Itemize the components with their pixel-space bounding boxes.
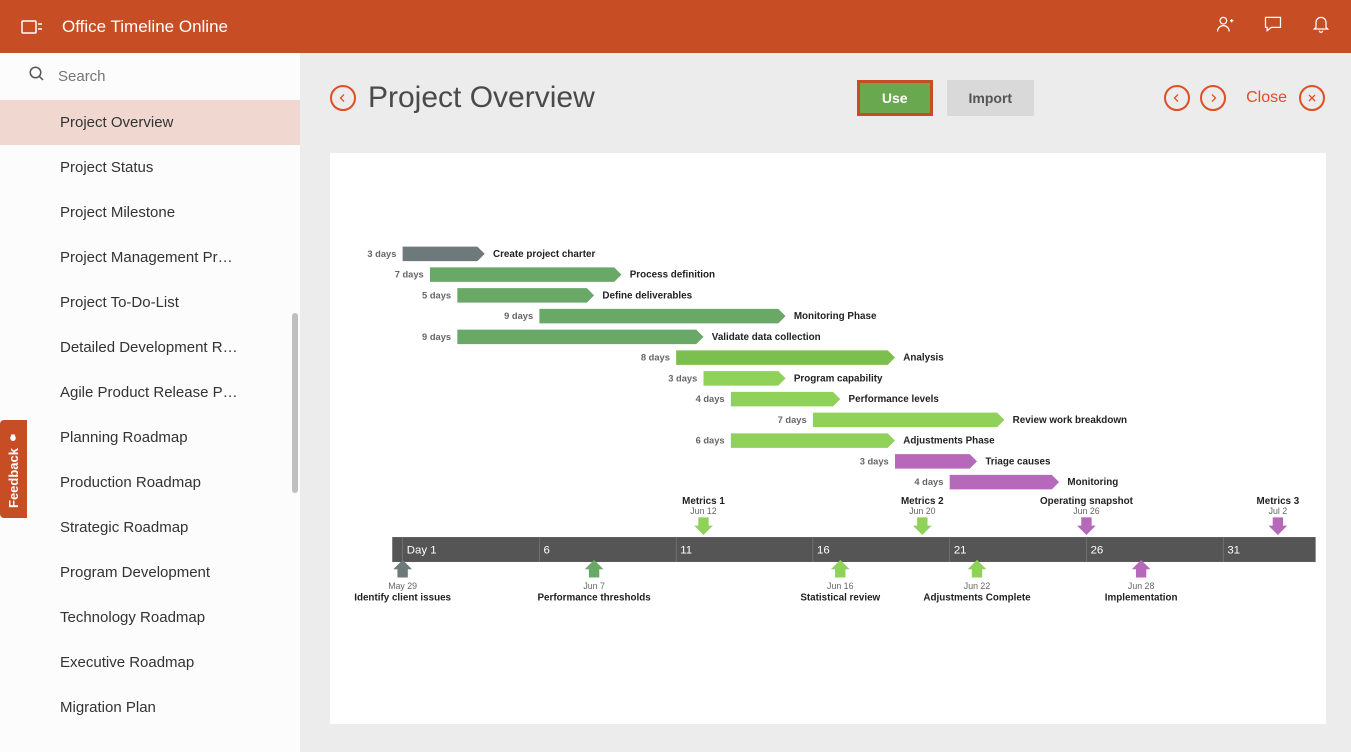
sidebar-item-9[interactable]: Strategic Roadmap — [0, 505, 300, 550]
sidebar-item-12[interactable]: Executive Roadmap — [0, 640, 300, 685]
sidebar-item-2[interactable]: Project Milestone — [0, 190, 300, 235]
sidebar-item-1[interactable]: Project Status — [0, 145, 300, 190]
next-button[interactable] — [1200, 85, 1226, 111]
app-logo-icon — [20, 15, 44, 39]
svg-text:Jun 16: Jun 16 — [827, 581, 854, 591]
svg-text:8 days: 8 days — [641, 353, 670, 363]
import-button[interactable]: Import — [947, 80, 1035, 116]
svg-text:Review work breakdown: Review work breakdown — [1013, 415, 1127, 426]
svg-text:21: 21 — [954, 545, 967, 557]
svg-text:Process definition: Process definition — [630, 270, 715, 281]
sidebar-item-3[interactable]: Project Management Pro… — [0, 235, 300, 280]
svg-text:Metrics 1: Metrics 1 — [682, 496, 725, 507]
search-icon — [28, 65, 46, 88]
svg-text:Jun 22: Jun 22 — [964, 581, 991, 591]
search-input[interactable] — [58, 68, 272, 85]
svg-text:26: 26 — [1091, 545, 1104, 557]
svg-text:Performance levels: Performance levels — [849, 394, 940, 405]
use-button[interactable]: Use — [857, 80, 933, 116]
comment-icon[interactable] — [1263, 14, 1283, 39]
svg-text:Triage causes: Triage causes — [985, 456, 1051, 467]
svg-text:Monitoring Phase: Monitoring Phase — [794, 311, 877, 322]
app-title: Office Timeline Online — [62, 17, 1215, 37]
svg-text:Adjustments Phase: Adjustments Phase — [903, 436, 995, 447]
svg-text:Jun 28: Jun 28 — [1128, 581, 1155, 591]
svg-text:Statistical review: Statistical review — [800, 592, 880, 603]
svg-text:May 29: May 29 — [388, 581, 417, 591]
prev-button[interactable] — [1164, 85, 1190, 111]
feedback-tab[interactable]: Feedback — [0, 420, 27, 518]
svg-text:Jun 20: Jun 20 — [909, 506, 936, 516]
feedback-label: Feedback — [6, 448, 21, 508]
svg-text:7 days: 7 days — [778, 415, 807, 425]
sidebar-item-5[interactable]: Detailed Development Ro… — [0, 325, 300, 370]
svg-text:4 days: 4 days — [914, 477, 943, 487]
sidebar-item-13[interactable]: Migration Plan — [0, 685, 300, 730]
sidebar-item-8[interactable]: Production Roadmap — [0, 460, 300, 505]
scrollbar-thumb[interactable] — [292, 313, 298, 493]
svg-text:6: 6 — [544, 545, 550, 557]
user-add-icon[interactable] — [1215, 14, 1235, 39]
sidebar-item-11[interactable]: Technology Roadmap — [0, 595, 300, 640]
svg-text:Monitoring: Monitoring — [1067, 477, 1118, 488]
sidebar: Project OverviewProject StatusProject Mi… — [0, 53, 300, 752]
svg-text:Metrics 3: Metrics 3 — [1257, 496, 1300, 507]
close-button[interactable] — [1299, 85, 1325, 111]
svg-text:Jun 12: Jun 12 — [690, 506, 717, 516]
svg-text:9 days: 9 days — [422, 332, 451, 342]
top-bar: Office Timeline Online — [0, 0, 1351, 53]
svg-text:Validate data collection: Validate data collection — [712, 332, 821, 343]
sidebar-item-4[interactable]: Project To-Do-List — [0, 280, 300, 325]
svg-text:Analysis: Analysis — [903, 353, 944, 364]
svg-text:4 days: 4 days — [696, 394, 725, 404]
svg-text:Jun 7: Jun 7 — [583, 581, 605, 591]
page-title: Project Overview — [368, 81, 595, 115]
main-header: Project Overview Use Import Close — [330, 53, 1331, 143]
svg-text:Create project charter: Create project charter — [493, 249, 595, 260]
bell-icon[interactable] — [1311, 14, 1331, 39]
gantt-chart: 3 days Create project charter 7 days Proces… — [330, 153, 1326, 724]
svg-text:5 days: 5 days — [422, 290, 451, 300]
svg-text:Program capability: Program capability — [794, 373, 883, 384]
svg-text:16: 16 — [817, 545, 830, 557]
main-area: Project Overview Use Import Close 3 days… — [300, 53, 1351, 752]
search-row — [0, 53, 300, 100]
svg-text:Implementation: Implementation — [1105, 592, 1178, 603]
svg-text:Jun 26: Jun 26 — [1073, 506, 1100, 516]
svg-text:Operating snapshot: Operating snapshot — [1040, 496, 1134, 507]
svg-text:Identify client issues: Identify client issues — [354, 592, 451, 603]
lightbulb-icon — [8, 430, 20, 442]
close-label[interactable]: Close — [1246, 89, 1287, 107]
svg-text:Define deliverables: Define deliverables — [602, 290, 692, 301]
svg-text:3 days: 3 days — [367, 249, 396, 259]
svg-text:7 days: 7 days — [395, 270, 424, 280]
svg-text:31: 31 — [1227, 545, 1240, 557]
svg-text:Adjustments Complete: Adjustments Complete — [923, 592, 1031, 603]
svg-text:Metrics 2: Metrics 2 — [901, 496, 944, 507]
svg-text:11: 11 — [680, 545, 692, 557]
svg-text:6 days: 6 days — [696, 436, 725, 446]
sidebar-item-10[interactable]: Program Development — [0, 550, 300, 595]
svg-text:Day 1: Day 1 — [407, 545, 437, 557]
sidebar-item-7[interactable]: Planning Roadmap — [0, 415, 300, 460]
svg-text:Performance thresholds: Performance thresholds — [537, 592, 651, 603]
svg-text:3 days: 3 days — [668, 373, 697, 383]
svg-text:Jul 2: Jul 2 — [1269, 506, 1288, 516]
svg-text:9 days: 9 days — [504, 311, 533, 321]
sidebar-list: Project OverviewProject StatusProject Mi… — [0, 100, 300, 753]
sidebar-item-6[interactable]: Agile Product Release Plan — [0, 370, 300, 415]
sidebar-item-0[interactable]: Project Overview — [0, 100, 300, 145]
back-button[interactable] — [330, 85, 356, 111]
svg-text:3 days: 3 days — [860, 456, 889, 466]
template-preview: 3 days Create project charter 7 days Proces… — [330, 153, 1326, 724]
